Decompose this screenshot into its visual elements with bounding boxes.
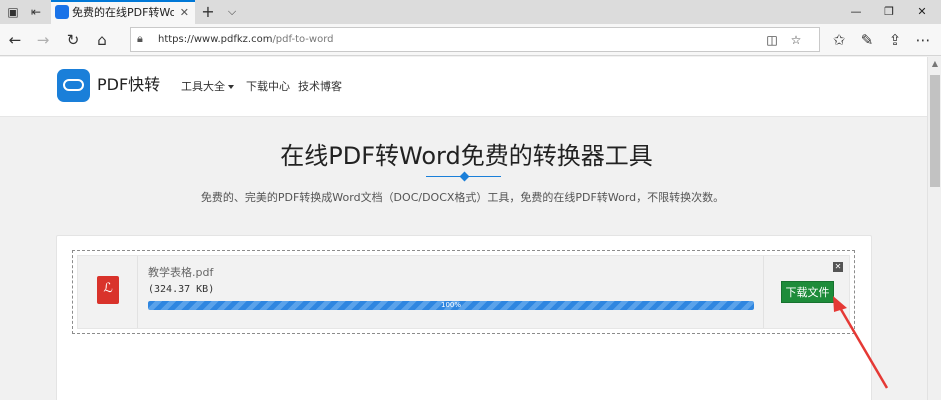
refresh-icon[interactable]: ↻ (62, 29, 84, 51)
nav-tech-blog[interactable]: 技术博客 (298, 79, 342, 95)
url-path: /pdf-to-word (272, 34, 334, 45)
file-actions-cell: ✕ 下载文件 (763, 256, 849, 328)
page-content: PDF快转 工具大全 下载中心 技术博客 在线PDF转Word免费的转换器工具 … (0, 57, 927, 400)
reading-view-icon[interactable]: ◫ (763, 31, 781, 49)
minimize-button[interactable]: — (841, 0, 871, 24)
pen-icon[interactable]: ✎ (856, 29, 878, 51)
favorites-hub-icon[interactable]: ✩ (828, 29, 850, 51)
uploaded-file-row: ℒ 教学表格.pdf (324.37 KB) 100% ✕ 下载文件 (77, 255, 850, 329)
progress-label: 100% (440, 301, 461, 309)
nav-tools-menu[interactable]: 工具大全 (181, 79, 234, 95)
page-title: 在线PDF转Word免费的转换器工具 (280, 142, 653, 170)
file-drop-zone[interactable]: ℒ 教学表格.pdf (324.37 KB) 100% ✕ 下载文件 (72, 250, 855, 334)
converter-card: ℒ 教学表格.pdf (324.37 KB) 100% ✕ 下载文件 (56, 235, 872, 400)
back-icon[interactable]: ← (4, 29, 26, 51)
close-window-button[interactable]: ✕ (907, 0, 937, 24)
dropdown-caret-icon (228, 85, 234, 89)
conversion-progress-bar: 100% (148, 301, 754, 310)
url-host: https://www.pdfkz.com (158, 34, 273, 45)
file-size: (324.37 KB) (148, 284, 215, 295)
set-aside-tabs-icon[interactable]: ⇤ (27, 3, 45, 21)
file-icon-cell: ℒ (78, 256, 138, 328)
nav-tools-label: 工具大全 (181, 80, 225, 93)
lock-icon: 🔒︎ (137, 32, 143, 45)
scrollbar-thumb[interactable] (930, 75, 940, 187)
title-divider-diamond (459, 171, 470, 182)
forward-icon[interactable]: → (32, 29, 54, 51)
site-logo-text[interactable]: PDF快转 (97, 75, 160, 95)
download-file-button[interactable]: 下载文件 (781, 281, 834, 303)
new-tab-button[interactable]: + (198, 0, 218, 24)
nav-download-center[interactable]: 下载中心 (246, 79, 290, 95)
tab-close-icon[interactable]: ✕ (180, 5, 189, 21)
page-scrollbar[interactable]: ▲ (927, 57, 941, 400)
restore-button[interactable]: ❐ (874, 0, 904, 24)
page-description: 免费的、完美的PDF转换成Word文档（DOC/DOCX格式）工具，免费的在线P… (200, 191, 725, 204)
more-icon[interactable]: ⋯ (912, 29, 934, 51)
file-name: 教学表格.pdf (148, 266, 214, 279)
share-icon[interactable]: ⇪ (884, 29, 906, 51)
browser-toolbar: ← → ↻ ⌂ 🔒︎ https://www.pdfkz.com/pdf-to-… (0, 24, 941, 56)
site-header: PDF快转 工具大全 下载中心 技术博客 (0, 57, 927, 117)
title-bar: ▣ ⇤ 免费的在线PDF转Word ✕ + ⌵ — ❐ ✕ (0, 0, 941, 24)
url-text[interactable]: https://www.pdfkz.com/pdf-to-word (158, 32, 334, 47)
tab-active[interactable]: 免费的在线PDF转Word ✕ (51, 0, 195, 24)
site-favicon-icon (55, 5, 69, 19)
address-bar[interactable]: 🔒︎ https://www.pdfkz.com/pdf-to-word ◫ ☆ (130, 27, 820, 52)
scroll-up-arrow-icon[interactable]: ▲ (928, 59, 941, 68)
pdf-file-icon: ℒ (97, 276, 119, 304)
tab-actions-icon[interactable]: ▣ (4, 3, 22, 21)
tab-list-chevron-icon[interactable]: ⌵ (222, 0, 242, 24)
home-icon[interactable]: ⌂ (91, 29, 113, 51)
logo-cloud-icon[interactable] (57, 69, 90, 102)
remove-file-button[interactable]: ✕ (833, 262, 843, 272)
tab-title: 免费的在线PDF转Word (72, 6, 174, 19)
favorite-star-icon[interactable]: ☆ (787, 31, 805, 49)
